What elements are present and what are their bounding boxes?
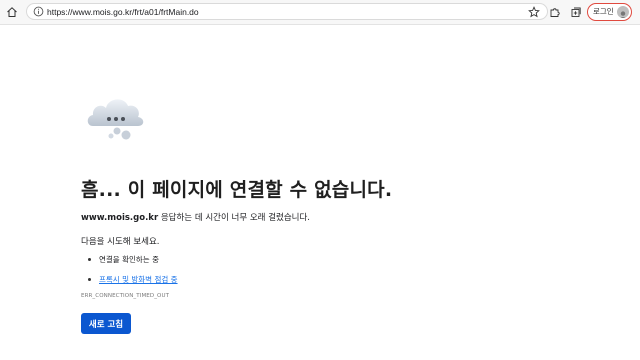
home-icon[interactable] <box>3 3 21 21</box>
error-page: 흠... 이 페이지에 연결할 수 없습니다. www.mois.go.kr 응… <box>0 25 640 360</box>
try-label: 다음을 시도해 보세요. <box>81 237 160 247</box>
error-code: ERR_CONNECTION_TIMED_OUT <box>81 293 170 299</box>
suggestion-item: 프록시 및 방화벽 점검 중 <box>88 274 178 285</box>
suggestion-item: 연결을 확인하는 중 <box>88 254 159 265</box>
star-icon[interactable] <box>525 3 543 21</box>
page-title: 흠... 이 페이지에 연결할 수 없습니다. <box>81 179 393 201</box>
suggestion-text: 연결을 확인하는 중 <box>99 255 159 264</box>
error-desc-text: 응답하는 데 시간이 너무 오래 걸렸습니다. <box>158 213 310 223</box>
url-text[interactable]: https://www.mois.go.kr/frt/a01/frtMain.d… <box>47 5 199 19</box>
proxy-firewall-link[interactable]: 프록시 및 방화벽 점검 중 <box>99 274 178 285</box>
error-domain: www.mois.go.kr <box>81 213 159 223</box>
browser-toolbar: https://www.mois.go.kr/frt/a01/frtMain.d… <box>0 0 640 25</box>
bullet-dot <box>88 258 91 261</box>
reload-button[interactable]: 새로 고침 <box>81 313 131 334</box>
address-bar[interactable]: https://www.mois.go.kr/frt/a01/frtMain.d… <box>26 3 548 20</box>
cloud-icon <box>87 99 144 140</box>
bullet-dot <box>88 278 91 281</box>
login-label: 로그인 <box>593 7 614 16</box>
error-description: www.mois.go.kr 응답하는 데 시간이 너무 오래 걸렸습니다. <box>81 211 310 223</box>
extensions-icon[interactable] <box>546 3 564 21</box>
info-icon[interactable] <box>33 6 44 17</box>
login-button[interactable]: 로그인 <box>587 3 632 21</box>
avatar-icon <box>617 5 629 18</box>
collections-icon[interactable] <box>567 3 585 21</box>
